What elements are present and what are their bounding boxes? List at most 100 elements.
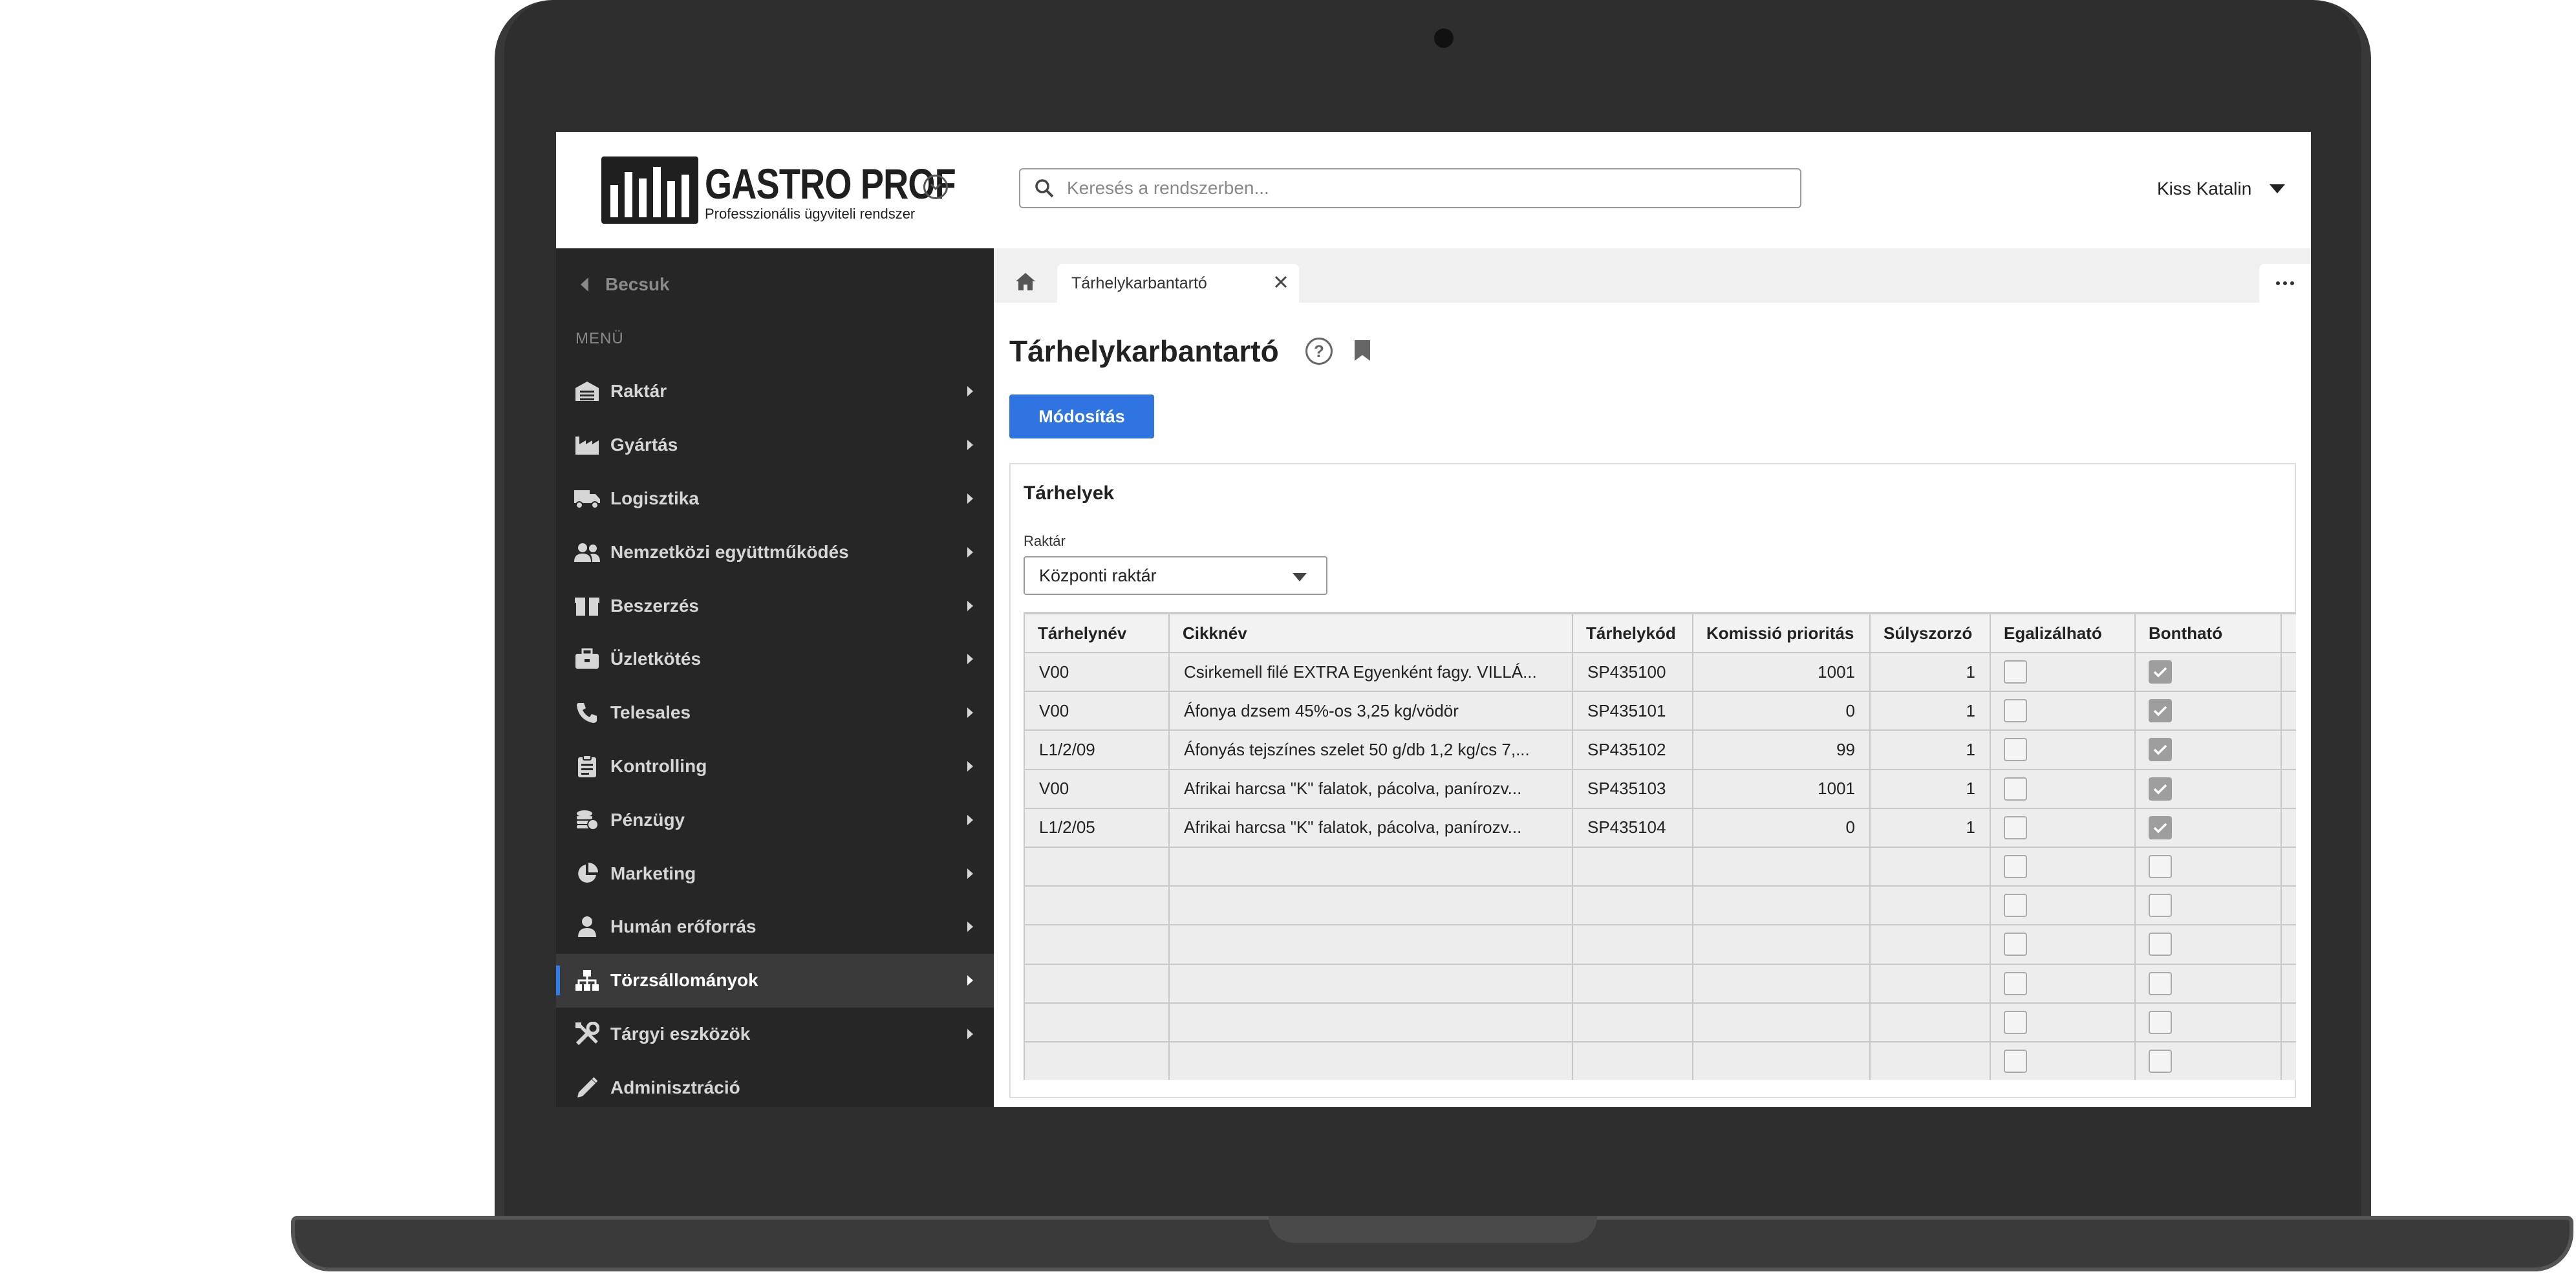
table-cell[interactable] xyxy=(2281,651,2296,693)
table-cell[interactable]: Áfonyás tejszínes szelet 50 g/db 1,2 kg/… xyxy=(1168,729,1573,770)
egalizalhato-checkbox[interactable] xyxy=(2004,660,2027,684)
table-cell[interactable]: 1001 xyxy=(1692,651,1871,693)
table-cell[interactable]: 1 xyxy=(1869,729,1991,770)
table-row[interactable]: V00 Afrikai harcsa "K" falatok, pácolva, … xyxy=(1024,768,2296,809)
home-icon[interactable] xyxy=(1009,265,1042,297)
table-cell[interactable]: 1 xyxy=(1869,651,1991,693)
logo[interactable]: GASTRO PROF Professzionális ügyviteli re… xyxy=(601,157,956,228)
table-row[interactable] xyxy=(1024,885,2296,926)
table-cell[interactable] xyxy=(1869,1002,1991,1042)
table-cell[interactable] xyxy=(1692,924,1871,965)
search-input[interactable] xyxy=(1067,178,1778,199)
table-cell[interactable] xyxy=(2281,846,2296,887)
egalizalhato-checkbox[interactable] xyxy=(2004,738,2027,762)
storage-grid[interactable]: Tárhelynév Cikknév Tárhelykód Komissió p… xyxy=(1024,612,2296,1080)
table-cell[interactable] xyxy=(1572,1041,1693,1080)
egalizalhato-checkbox[interactable] xyxy=(2004,699,2027,723)
table-cell[interactable]: 99 xyxy=(1692,729,1871,770)
table-cell[interactable]: 1 xyxy=(1869,691,1991,731)
warehouse-select[interactable]: Központi raktár xyxy=(1024,556,1327,595)
table-cell[interactable] xyxy=(1572,1002,1693,1042)
modify-button[interactable]: Módosítás xyxy=(1009,394,1154,438)
table-cell[interactable]: 0 xyxy=(1692,691,1871,731)
help-icon[interactable]: ? xyxy=(1305,338,1333,365)
sidebar-item-gyartas[interactable]: Gyártás xyxy=(556,418,994,472)
table-cell[interactable] xyxy=(1024,1002,1170,1042)
table-cell[interactable] xyxy=(1869,846,1991,887)
table-cell[interactable] xyxy=(1572,885,1693,926)
table-cell[interactable] xyxy=(2281,807,2296,848)
egalizalhato-checkbox[interactable] xyxy=(2004,894,2027,918)
table-cell[interactable]: L1/2/09 xyxy=(1024,729,1170,770)
table-row[interactable]: L1/2/09 Áfonyás tejszínes szelet 50 g/db … xyxy=(1024,729,2296,770)
tab-tarhelykarbantarto[interactable]: Tárhelykarbantartó xyxy=(1057,264,1299,303)
sidebar-item-marketing[interactable]: Marketing xyxy=(556,847,994,900)
egalizalhato-checkbox[interactable] xyxy=(2004,971,2027,995)
more-options-icon[interactable] xyxy=(2259,264,2311,303)
bonthato-checkbox[interactable] xyxy=(2149,894,2172,918)
table-cell[interactable] xyxy=(1168,846,1573,887)
sidebar-item-human[interactable]: Humán erőforrás xyxy=(556,900,994,954)
table-row[interactable] xyxy=(1024,924,2296,965)
table-cell[interactable] xyxy=(1869,924,1991,965)
sidebar-item-telesales[interactable]: Telesales xyxy=(556,686,994,740)
egalizalhato-checkbox[interactable] xyxy=(2004,933,2027,956)
sidebar-item-uzletkotes[interactable]: Üzletkötés xyxy=(556,632,994,686)
table-cell[interactable] xyxy=(1168,885,1573,926)
table-cell[interactable] xyxy=(1692,1041,1871,1080)
table-cell[interactable]: V00 xyxy=(1024,651,1170,693)
table-cell[interactable]: SP435103 xyxy=(1572,768,1693,809)
table-cell[interactable] xyxy=(1024,1041,1170,1080)
table-cell[interactable] xyxy=(2281,885,2296,926)
bonthato-checkbox[interactable] xyxy=(2149,855,2172,879)
user-menu[interactable]: Kiss Katalin xyxy=(2157,178,2286,199)
bonthato-checkbox[interactable] xyxy=(2149,815,2172,839)
table-cell[interactable] xyxy=(1168,1002,1573,1042)
table-cell[interactable]: SP435100 xyxy=(1572,651,1693,693)
table-cell[interactable]: V00 xyxy=(1024,691,1170,731)
bonthato-checkbox[interactable] xyxy=(2149,1010,2172,1034)
table-cell[interactable] xyxy=(1869,1041,1991,1080)
table-cell[interactable] xyxy=(2281,1002,2296,1042)
table-cell[interactable] xyxy=(1692,846,1871,887)
bonthato-checkbox[interactable] xyxy=(2149,777,2172,801)
table-cell[interactable] xyxy=(2281,1041,2296,1080)
table-cell[interactable]: SP435101 xyxy=(1572,691,1693,731)
table-cell[interactable] xyxy=(1572,963,1693,1004)
table-cell[interactable]: Afrikai harcsa "K" falatok, pácolva, pan… xyxy=(1168,807,1573,848)
table-row[interactable] xyxy=(1024,1002,2296,1042)
table-cell[interactable] xyxy=(2281,729,2296,770)
table-cell[interactable] xyxy=(1869,885,1991,926)
table-cell[interactable]: 1 xyxy=(1869,768,1991,809)
bonthato-checkbox[interactable] xyxy=(2149,971,2172,995)
column-header[interactable]: Egalizálható xyxy=(1990,613,2136,653)
table-cell[interactable] xyxy=(1024,963,1170,1004)
table-cell[interactable]: SP435102 xyxy=(1572,729,1693,770)
table-row[interactable] xyxy=(1024,1041,2296,1080)
table-cell[interactable] xyxy=(1692,963,1871,1004)
bonthato-checkbox[interactable] xyxy=(2149,1049,2172,1073)
table-cell[interactable] xyxy=(1168,924,1573,965)
sidebar-item-beszerzes[interactable]: Beszerzés xyxy=(556,579,994,632)
table-cell[interactable]: L1/2/05 xyxy=(1024,807,1170,848)
table-cell[interactable] xyxy=(1168,963,1573,1004)
table-row[interactable] xyxy=(1024,846,2296,887)
egalizalhato-checkbox[interactable] xyxy=(2004,855,2027,879)
bonthato-checkbox[interactable] xyxy=(2149,933,2172,956)
sidebar-item-targyi-eszkozok[interactable]: Tárgyi eszközök xyxy=(556,1008,994,1061)
table-row[interactable]: L1/2/05 Afrikai harcsa "K" falatok, pácol… xyxy=(1024,807,2296,848)
table-cell[interactable] xyxy=(1692,1002,1871,1042)
table-row[interactable] xyxy=(1024,963,2296,1004)
table-cell[interactable] xyxy=(1024,885,1170,926)
table-cell[interactable] xyxy=(1692,885,1871,926)
table-row[interactable]: V00 Csirkemell filé EXTRA Egyenként fagy.… xyxy=(1024,651,2296,693)
egalizalhato-checkbox[interactable] xyxy=(2004,815,2027,839)
table-cell[interactable]: Áfonya dzsem 45%-os 3,25 kg/vödör xyxy=(1168,691,1573,731)
column-header[interactable]: Komissió prioritás xyxy=(1692,613,1871,653)
collapse-sidebar-button[interactable]: Becsuk xyxy=(581,274,670,295)
bonthato-checkbox[interactable] xyxy=(2149,660,2172,684)
bookmark-icon[interactable] xyxy=(1353,339,1371,365)
egalizalhato-checkbox[interactable] xyxy=(2004,1049,2027,1073)
table-cell[interactable] xyxy=(1024,924,1170,965)
column-header[interactable]: Tárhelykód xyxy=(1572,613,1693,653)
